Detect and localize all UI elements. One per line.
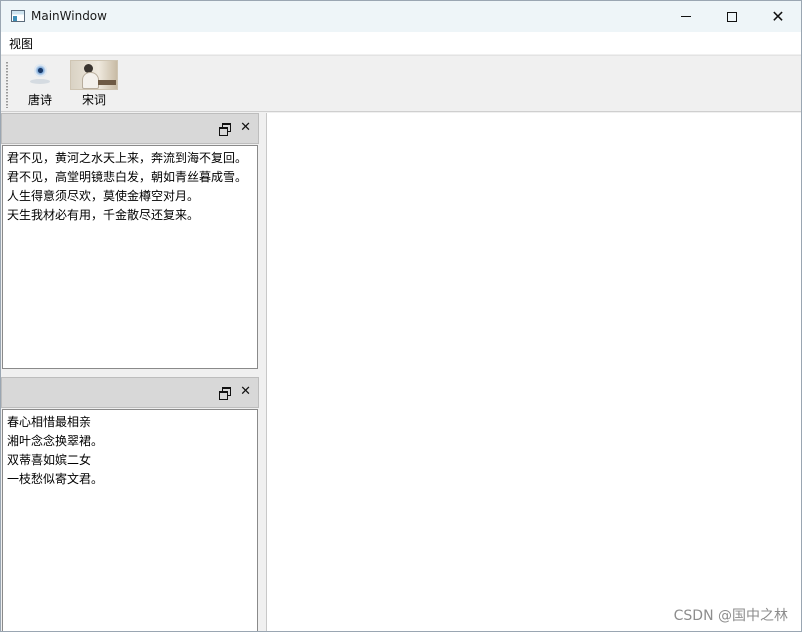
central-widget[interactable]: CSDN @国中之林 — [266, 113, 801, 631]
main-window: MainWindow ✕ 视图 唐诗 宋词 ✕ 君不见，黄河之水天上来，奔流到海… — [0, 0, 802, 632]
menu-bar: 视图 — [1, 32, 801, 54]
toolbar-grip-handle[interactable] — [6, 62, 8, 108]
close-icon[interactable]: ✕ — [240, 385, 251, 399]
toolbar: 唐诗 宋词 — [1, 55, 801, 112]
minimize-button[interactable] — [663, 1, 709, 32]
text-line: 双蒂喜如嫔二女 — [7, 453, 92, 467]
dock-widget-tang: ✕ 君不见，黄河之水天上来，奔流到海不复回。 君不见，高堂明镜悲白发，朝如青丝暮… — [1, 113, 259, 370]
text-line: 君不见，黄河之水天上来，奔流到海不复回。 — [7, 151, 248, 165]
toolbar-button-label: 宋词 — [81, 93, 106, 107]
close-window-button[interactable]: ✕ — [755, 1, 801, 32]
text-line: 湘叶念念换翠裙。 — [7, 434, 104, 448]
maximize-button[interactable] — [709, 1, 755, 32]
dock-title-bar[interactable]: ✕ — [1, 113, 259, 144]
text-edit-song[interactable]: 春心相惜最相亲 湘叶念念换翠裙。 双蒂喜如嫔二女 一枝愁似寄文君。 — [2, 409, 258, 631]
menu-view[interactable]: 视图 — [9, 35, 33, 52]
webcam-icon — [27, 60, 53, 90]
toolbar-button-song-ci[interactable]: 宋词 — [69, 60, 119, 108]
dock-title-bar[interactable]: ✕ — [1, 377, 259, 408]
app-window-icon — [11, 10, 25, 22]
maximize-icon — [727, 11, 737, 22]
float-icon[interactable] — [219, 387, 231, 400]
toolbar-button-tang-poems[interactable]: 唐诗 — [23, 60, 57, 108]
close-icon[interactable]: ✕ — [240, 121, 251, 135]
text-line: 一枝愁似寄文君。 — [7, 472, 104, 486]
toolbar-button-label: 唐诗 — [27, 93, 52, 107]
watermark: CSDN @国中之林 — [673, 608, 788, 624]
text-line: 君不见，高堂明镜悲白发，朝如青丝暮成雪。 — [7, 170, 248, 184]
text-line: 天生我材必有用，千金散尽还复来。 — [7, 208, 200, 222]
painting-icon — [70, 60, 118, 90]
title-bar[interactable]: MainWindow ✕ — [1, 1, 801, 32]
minimize-icon — [681, 16, 691, 17]
text-line: 春心相惜最相亲 — [7, 415, 92, 429]
text-line: 人生得意须尽欢，莫使金樽空对月。 — [7, 189, 200, 203]
close-icon: ✕ — [771, 6, 785, 26]
dock-widget-song: ✕ 春心相惜最相亲 湘叶念念换翠裙。 双蒂喜如嫔二女 一枝愁似寄文君。 — [1, 377, 259, 631]
window-title: MainWindow — [31, 9, 107, 23]
text-edit-tang[interactable]: 君不见，黄河之水天上来，奔流到海不复回。 君不见，高堂明镜悲白发，朝如青丝暮成雪… — [2, 145, 258, 369]
float-icon[interactable] — [219, 123, 231, 136]
